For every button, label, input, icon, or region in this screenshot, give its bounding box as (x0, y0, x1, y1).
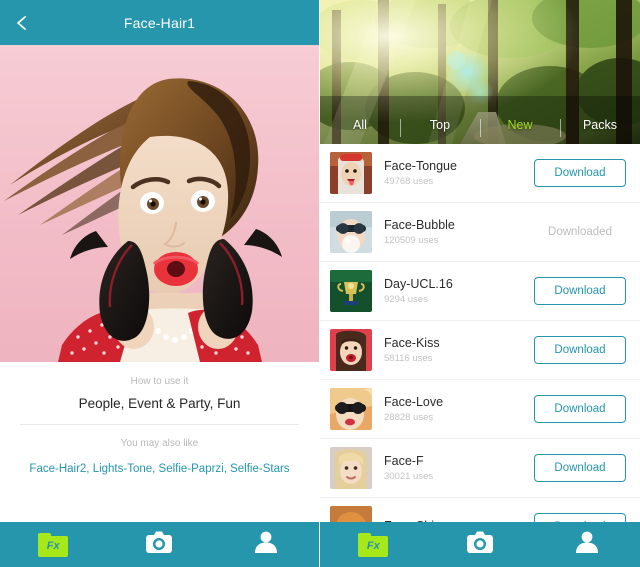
download-button[interactable]: Download (534, 454, 626, 482)
face-shi-thumb-icon (330, 506, 372, 522)
left-panel-sticker-detail: Face-Hair1 How to use it People, Event &… (0, 0, 320, 567)
tab-all[interactable]: All (320, 118, 400, 132)
table-row[interactable]: Face-Shi Download (320, 498, 640, 522)
sticker-list[interactable]: Face-Tongue 49768 uses Download Face-Bub… (320, 144, 640, 522)
sticker-title: Face-Love (384, 395, 444, 409)
left-header-bar: Face-Hair1 (0, 0, 319, 45)
sticker-title: Face-Tongue (384, 159, 457, 173)
sticker-title: Face-Kiss (384, 336, 440, 350)
nav-item-effects[interactable]: Fx (0, 522, 106, 567)
info-divider (20, 424, 299, 425)
sticker-uses: 30021 uses (384, 471, 434, 482)
table-row[interactable]: Face-F 30021 uses Download (320, 439, 640, 498)
nav-item-profile[interactable] (533, 522, 640, 567)
nav-item-camera[interactable] (427, 522, 534, 567)
sticker-uses: 49768 uses (384, 176, 434, 187)
sticker-uses: 58116 uses (384, 353, 433, 364)
nav-item-effects[interactable]: Fx (320, 522, 427, 567)
hero-illustration (0, 45, 319, 362)
store-banner[interactable]: All Top New Packs (320, 0, 640, 144)
download-button[interactable]: Download (534, 159, 626, 187)
table-row[interactable]: Face-Love 28828 uses Download (320, 380, 640, 439)
sticker-title: Face-Bubble (384, 218, 455, 232)
how-to-use-label: How to use it (130, 376, 189, 387)
sticker-thumbnail (330, 152, 372, 194)
face-love-thumb-icon (330, 388, 372, 430)
day-ucl-thumb-icon (330, 270, 372, 312)
person-icon (253, 530, 279, 559)
sticker-info: Day-UCL.16 9294 uses (372, 277, 534, 305)
tab-top[interactable]: Top (400, 118, 480, 137)
left-bottom-nav: Fx (0, 522, 319, 567)
face-tongue-thumb-icon (330, 152, 372, 194)
sticker-title: Face-F (384, 454, 424, 468)
camera-icon (145, 530, 173, 559)
sticker-info: Face-F 30021 uses (372, 454, 534, 482)
sticker-info-section: How to use it People, Event & Party, Fun… (0, 362, 319, 478)
table-row[interactable]: Face-Kiss 58116 uses Download (320, 321, 640, 380)
fx-folder-icon: Fx (38, 532, 69, 557)
sticker-info: Face-Love 28828 uses (372, 395, 534, 423)
nav-item-profile[interactable] (213, 522, 319, 567)
page-title: Face-Hair1 (123, 14, 196, 31)
right-panel-sticker-store: All Top New Packs Face-Tongue 49768 uses… (320, 0, 640, 567)
right-bottom-nav: Fx (320, 522, 640, 567)
face-f-thumb-icon (330, 447, 372, 489)
you-may-also-like-label: You may also like (120, 438, 199, 449)
sticker-thumbnail (330, 270, 372, 312)
fx-folder-icon: Fx (358, 532, 389, 557)
table-row[interactable]: Face-Tongue 49768 uses Download (320, 144, 640, 203)
table-row[interactable]: Day-UCL.16 9294 uses Download (320, 262, 640, 321)
tab-new[interactable]: New (480, 118, 560, 137)
person-icon (574, 530, 600, 559)
downloaded-status: Downloaded (548, 226, 612, 238)
back-button[interactable] (0, 0, 44, 45)
face-bubble-thumb-icon (330, 211, 372, 253)
download-button[interactable]: Download (534, 277, 626, 305)
chevron-left-icon (13, 14, 31, 32)
sticker-uses: 28828 uses (384, 412, 434, 423)
how-to-use-value: People, Event & Party, Fun (78, 396, 241, 411)
sticker-thumbnail (330, 388, 372, 430)
sticker-uses: 120509 uses (384, 235, 439, 246)
sticker-info: Face-Tongue 49768 uses (372, 159, 534, 187)
download-button[interactable]: Download (534, 336, 626, 364)
face-kiss-thumb-icon (330, 329, 372, 371)
related-links[interactable]: Face-Hair2, Lights-Tone, Selfie-Paprzi, … (16, 461, 303, 477)
nav-item-camera[interactable] (106, 522, 212, 567)
sticker-title: Day-UCL.16 (384, 277, 453, 291)
camera-icon (466, 530, 494, 559)
download-button[interactable]: Download (534, 513, 626, 522)
sticker-thumbnail (330, 329, 372, 371)
tab-packs[interactable]: Packs (560, 118, 640, 137)
sticker-thumbnail (330, 447, 372, 489)
category-tabs: All Top New Packs (320, 112, 640, 138)
download-button[interactable]: Download (534, 395, 626, 423)
dual-screenshot-container: Face-Hair1 How to use it People, Event &… (0, 0, 640, 567)
sticker-thumbnail (330, 211, 372, 253)
table-row[interactable]: Face-Bubble 120509 uses Downloaded (320, 203, 640, 262)
sticker-uses: 9294 uses (384, 294, 428, 305)
sticker-info: Face-Kiss 58116 uses (372, 336, 534, 364)
hero-preview-image (0, 45, 319, 362)
sticker-info: Face-Bubble 120509 uses (372, 218, 534, 246)
sticker-thumbnail (330, 506, 372, 522)
